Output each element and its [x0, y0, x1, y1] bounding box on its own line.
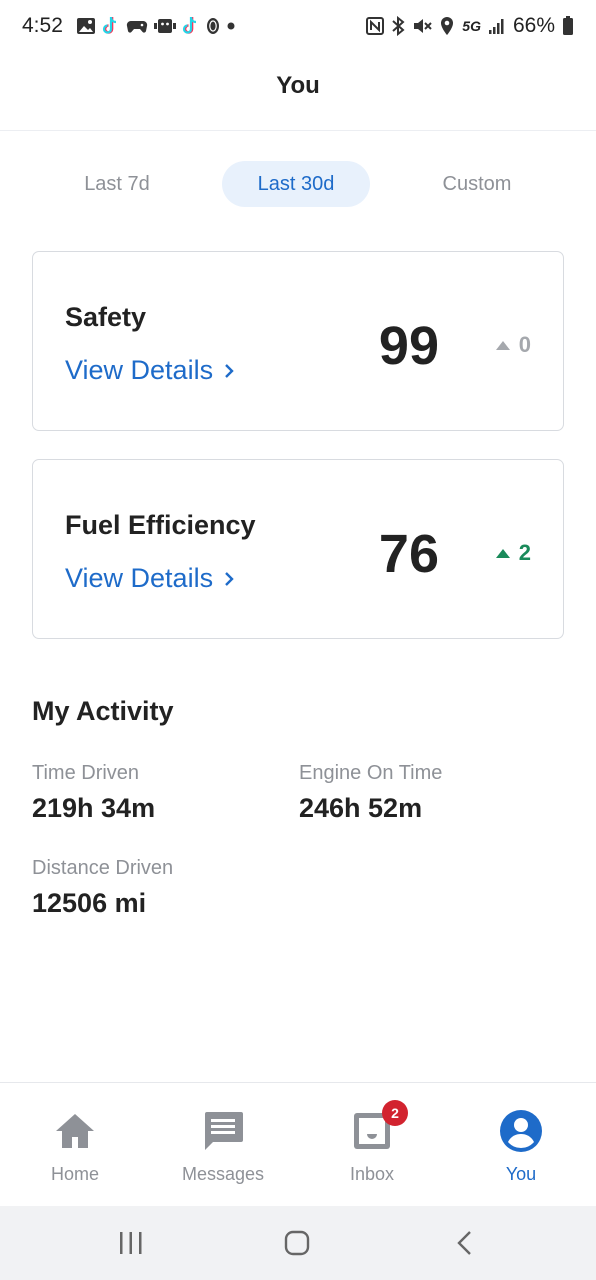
tiktok-icon — [182, 16, 197, 34]
nav-messages[interactable]: Messages — [149, 1108, 297, 1194]
home-circle-icon[interactable] — [284, 1230, 310, 1256]
messages-icon — [201, 1108, 245, 1154]
fuel-efficiency-score: 76 — [378, 524, 439, 584]
recent-apps-icon[interactable] — [118, 1230, 144, 1256]
battery-icon — [563, 16, 573, 35]
tab-custom[interactable]: Custom — [408, 161, 546, 207]
triangle-up-icon — [495, 340, 510, 350]
signal-icon — [488, 19, 504, 34]
tiktok-icon — [102, 16, 117, 34]
delta-value: 2 — [518, 540, 531, 565]
status-time: 4:52 — [22, 14, 63, 37]
triangle-up-icon — [495, 548, 510, 558]
fingerprint-icon — [207, 18, 219, 34]
gallery-icon — [77, 18, 95, 34]
system-nav-bar — [0, 1206, 596, 1280]
nav-inbox[interactable]: 2 Inbox — [298, 1100, 446, 1194]
dot-icon — [227, 22, 235, 30]
tab-last-30d[interactable]: Last 30d — [222, 161, 370, 207]
stat-label: Time Driven — [32, 762, 140, 784]
mute-icon — [414, 19, 432, 33]
system-icons: 5G 66% — [366, 14, 574, 38]
page-title: You — [276, 72, 320, 99]
safety-delta: 0 — [495, 332, 531, 358]
view-details-link[interactable]: View Details — [65, 563, 235, 594]
notification-icons — [76, 14, 236, 38]
stat-label: Distance Driven — [32, 857, 174, 879]
battery-percent: 66% — [512, 14, 555, 37]
stat-label: Engine On Time — [299, 762, 443, 784]
safety-card[interactable]: Safety View Details 99 0 — [32, 251, 564, 431]
inbox-badge: 2 — [382, 1100, 408, 1126]
network-type: 5G — [462, 18, 481, 34]
stat-value: 219h 34m — [32, 793, 156, 823]
account-icon — [499, 1108, 543, 1154]
stat-value: 246h 52m — [299, 793, 423, 823]
back-icon[interactable] — [454, 1230, 476, 1256]
stat-engine-on-time: Engine On Time 246h 52m — [299, 762, 442, 824]
stat-value: 12506 mi — [32, 888, 147, 918]
nav-label: Home — [50, 1164, 99, 1184]
safety-score: 99 — [378, 316, 439, 376]
inbox-icon: 2 — [352, 1100, 408, 1154]
tab-last-7d[interactable]: Last 7d — [48, 161, 186, 207]
link-label: View Details — [65, 355, 214, 385]
delta-value: 0 — [518, 332, 531, 357]
home-icon — [53, 1108, 97, 1154]
fuel-efficiency-delta: 2 — [495, 540, 531, 566]
view-details-link[interactable]: View Details — [65, 355, 235, 386]
card-title: Safety — [65, 302, 147, 332]
location-icon — [441, 17, 454, 35]
card-title: Fuel Efficiency — [65, 510, 256, 540]
nav-home[interactable]: Home — [1, 1108, 149, 1194]
nav-label: Messages — [181, 1164, 265, 1184]
nav-label: You — [505, 1164, 537, 1184]
stat-time-driven: Time Driven 219h 34m — [32, 762, 155, 824]
bluetooth-icon — [392, 16, 405, 36]
chevron-right-icon — [225, 363, 234, 378]
nav-label: Inbox — [349, 1164, 395, 1184]
nfc-icon — [366, 17, 385, 35]
fuel-efficiency-card[interactable]: Fuel Efficiency View Details 76 2 — [32, 459, 564, 639]
chevron-right-icon — [225, 571, 234, 586]
nav-you[interactable]: You — [447, 1108, 595, 1194]
activity-title: My Activity — [32, 696, 174, 726]
stat-distance-driven: Distance Driven 12506 mi — [32, 857, 173, 919]
game-controller-icon — [126, 20, 148, 33]
status-bar: 4:52 5G 66% — [0, 0, 596, 54]
robot-icon — [154, 19, 176, 33]
link-label: View Details — [65, 563, 214, 593]
